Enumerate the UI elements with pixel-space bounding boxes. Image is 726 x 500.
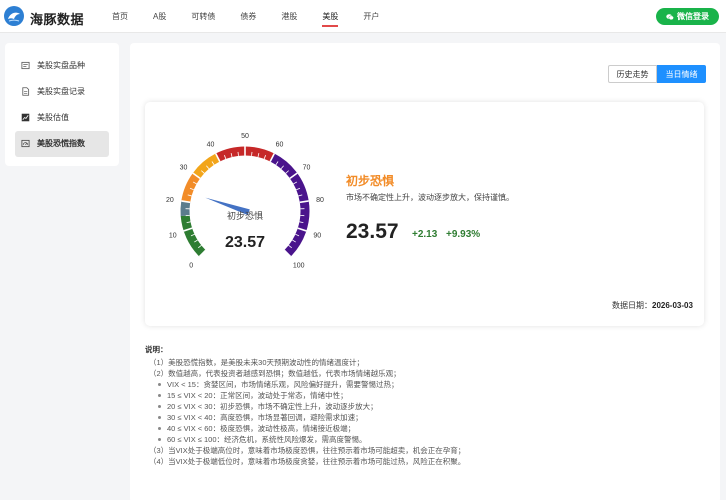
nav-home[interactable]: 首页 (112, 0, 128, 33)
nav-convertible-bonds[interactable]: 可转债 (191, 0, 215, 33)
gauge-tick-label: 60 (276, 141, 284, 148)
app-name[interactable]: 海豚数据 (30, 9, 84, 28)
gauge-tick-label: 50 (241, 133, 249, 140)
notes-title: 说明： (145, 345, 168, 354)
fear-index-gauge: 0 10 20 30 40 50 60 70 80 90 100 初步恐惧 23… (166, 133, 324, 270)
gauge-tick-label: 70 (303, 164, 311, 171)
nav-open-account[interactable]: 开户 (363, 0, 379, 33)
notes-bullet: 60 ≤ VIX ≤ 100：经济危机，系统性风险爆发，需高度警惕。 (145, 434, 715, 445)
today-sentiment-tab[interactable]: 当日情绪 (657, 65, 706, 83)
gauge-icon (21, 139, 30, 148)
notes-line: （4）当VIX处于极端低位时，意味着市场极度贪婪，往往预示着市场可能过热，风险正… (149, 457, 466, 466)
nav-hk-stocks[interactable]: 港股 (281, 0, 297, 33)
sidebar: 美股实盘品种 美股实盘记录 美股估值 美股恐慌指数 (5, 43, 119, 166)
sentiment-description: 市场不确定性上升，波动逐步放大，保持谨慎。 (346, 193, 514, 202)
view-switch: 历史走势 当日情绪 (608, 65, 706, 83)
gauge-tick-label: 30 (180, 164, 188, 171)
sidebar-item-label: 美股恐慌指数 (37, 139, 85, 148)
gauge-tick-label: 80 (316, 197, 324, 204)
notes-bullet: 20 ≤ VIX < 30：初步恐惧，市场不确定性上升，波动逐步放大； (145, 401, 715, 412)
notes-line: （2）数值越高，代表投资者越感到恐惧；数值越低，代表市场情绪越乐观； (149, 369, 401, 378)
vix-change: +2.13 (412, 229, 438, 240)
sidebar-item-label: 美股估值 (37, 113, 69, 122)
gauge-tick-label: 90 (313, 232, 321, 239)
sentiment-title: 初步恐惧 (346, 174, 395, 188)
sidebar-item-us-fear-index[interactable]: 美股恐慌指数 (15, 131, 109, 157)
sidebar-item-us-records[interactable]: 美股实盘记录 (15, 79, 109, 105)
notes-bullet: 40 ≤ VIX < 60：极度恐惧，波动性极高，情绪接近极端； (145, 423, 715, 434)
notes-bullet: 15 ≤ VIX < 20：正常区间，波动处于常态，情绪中性； (145, 390, 715, 401)
wechat-login-label: 微信登录 (677, 12, 709, 21)
sidebar-item-label: 美股实盘品种 (37, 61, 85, 70)
gauge-band (270, 153, 310, 257)
notes-line: （3）当VIX处于极端高位时，意味着市场极度恐惧，往往预示着市场可能超卖，机会正… (149, 446, 466, 455)
document-icon (22, 87, 30, 96)
gauge-tick-label: 20 (166, 197, 174, 204)
top-navigation-bar: 海豚数据 首页 A股 可转债 债券 港股 美股 开户 微信登录 (0, 0, 726, 33)
gauge-center-value: 23.57 (225, 234, 265, 251)
gauge-center-label: 初步恐惧 (227, 210, 263, 221)
nav-bonds[interactable]: 债券 (240, 0, 256, 33)
gauge-tick-label: 10 (169, 232, 177, 239)
wechat-login-button[interactable]: 微信登录 (656, 8, 719, 25)
notes-bullet: VIX < 15：贪婪区间，市场情绪乐观，风险偏好提升，需要警惕过热； (145, 379, 715, 390)
main-nav: 首页 A股 可转债 债券 港股 美股 开户 (112, 0, 404, 33)
wechat-icon (666, 13, 674, 20)
explanation-notes: 说明： （1）美股恐慌指数，是美股未来30天预期波动性的情绪温度计； （2）数值… (145, 344, 715, 467)
chart-icon (21, 113, 30, 122)
dolphin-logo-icon[interactable] (4, 6, 24, 26)
notes-line: （1）美股恐慌指数，是美股未来30天预期波动性的情绪温度计； (149, 358, 365, 367)
history-trend-tab[interactable]: 历史走势 (608, 65, 657, 83)
nav-a-shares[interactable]: A股 (153, 0, 166, 33)
list-icon (21, 61, 30, 70)
nav-us-stocks[interactable]: 美股 (322, 0, 339, 33)
gauge-tick-label: 40 (207, 141, 215, 148)
vix-change-percent: +9.93% (446, 229, 481, 240)
sidebar-item-label: 美股实盘记录 (37, 87, 85, 96)
data-date-label: 数据日期： (612, 301, 652, 310)
data-date-value: 2026-03-03 (652, 301, 693, 310)
data-date: 数据日期：2026-03-03 (612, 300, 693, 311)
notes-bullet: 30 ≤ VIX < 40：高度恐惧，市场显著回调，避险需求加速； (145, 412, 715, 423)
sidebar-item-us-valuation[interactable]: 美股估值 (15, 105, 109, 131)
sidebar-item-us-holdings[interactable]: 美股实盘品种 (15, 53, 109, 79)
vix-value: 23.57 (346, 220, 399, 243)
gauge-tick-label: 100 (293, 263, 305, 270)
gauge-tick-label: 0 (189, 263, 193, 270)
